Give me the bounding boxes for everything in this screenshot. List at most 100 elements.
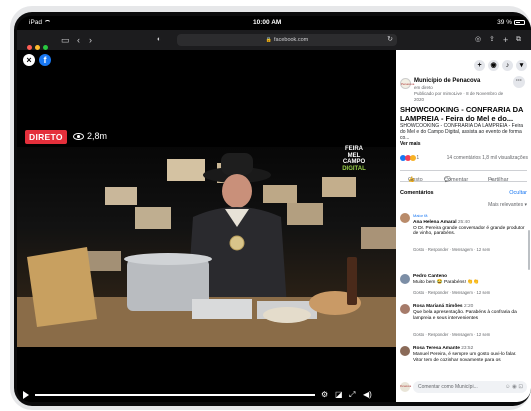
status-bar: iPad 10:00 AM 39 % xyxy=(17,16,531,30)
battery-status: 39 % xyxy=(497,19,525,26)
new-tab-icon[interactable]: + xyxy=(503,34,508,46)
sidebar-icon[interactable]: ▭ xyxy=(61,34,70,46)
url-text: facebook.com xyxy=(273,37,309,43)
video-frame-scene xyxy=(17,147,396,347)
close-icon[interactable]: × xyxy=(23,54,35,66)
top-fan-badge: Maior fã xyxy=(413,213,428,218)
foil-tray-1 xyxy=(192,299,252,319)
pip-icon[interactable]: ◪ xyxy=(335,390,343,400)
comments-title: Comentários xyxy=(400,190,434,196)
comment-actions[interactable]: Gosto · Responder · Mensagem · 12 sem xyxy=(413,247,490,252)
crate-7 xyxy=(135,207,171,229)
see-more-link[interactable]: Ver mais xyxy=(400,141,421,147)
crate-8 xyxy=(361,227,396,249)
page-live-status: em direto xyxy=(414,85,433,90)
progress-bar[interactable] xyxy=(35,394,315,396)
commenter-avatar[interactable] xyxy=(400,274,410,284)
facebook-logo-icon[interactable]: f xyxy=(39,54,51,66)
comment-actions[interactable]: Gosto · Responder · Mensagem · 12 sem xyxy=(413,332,490,337)
comment-author[interactable]: Rosa Marianá Simões xyxy=(413,304,463,309)
reload-icon[interactable]: ↻ xyxy=(387,34,393,46)
comment-text: Muito bem 😂 Parabéns! 👏👏 xyxy=(413,279,480,285)
device-name: iPad xyxy=(29,19,43,26)
download-icon[interactable]: ◎ xyxy=(475,34,481,46)
comments-scrollbar[interactable] xyxy=(528,230,530,270)
fullscreen-icon[interactable]: ⤢ xyxy=(349,390,355,400)
share-icon[interactable]: ⇪ xyxy=(489,34,495,46)
hay-bale xyxy=(27,247,97,327)
device-label: iPad xyxy=(29,19,52,26)
live-badge: DIRETO xyxy=(25,130,67,144)
clock: 10:00 AM xyxy=(253,19,282,26)
sort-label: Mais relevantes xyxy=(488,202,524,208)
back-icon[interactable]: ‹ xyxy=(77,34,80,46)
commenter-avatar[interactable] xyxy=(400,213,410,223)
privacy-icon[interactable]: ◐ xyxy=(157,34,161,46)
comment-author[interactable]: Pedro Canteno xyxy=(413,274,447,279)
battery-percent: 39 % xyxy=(497,19,512,26)
commenter-avatar[interactable] xyxy=(400,346,410,356)
settings-gear-icon[interactable]: ⚙ xyxy=(321,390,328,400)
comment-bubble: Rosa Marianá Simões 2:20 Que bela aprese… xyxy=(413,304,527,321)
crate-6 xyxy=(322,177,356,197)
reaction-count[interactable]: 1 xyxy=(416,155,419,161)
commenter-avatar[interactable] xyxy=(400,304,410,314)
current-page-avatar: Penacova xyxy=(400,382,411,392)
crate-2 xyxy=(167,159,205,181)
chef-face xyxy=(222,174,252,208)
crate-5 xyxy=(287,203,323,225)
emoji-camera-gif-icons[interactable]: ☺ ◉ ⊡ xyxy=(505,381,523,393)
play-icon[interactable] xyxy=(23,391,29,399)
comment-author[interactable]: Rosa Teresa Amante xyxy=(413,346,460,351)
tabs-icon[interactable]: ⧉ xyxy=(516,34,521,46)
create-plus-icon[interactable]: + xyxy=(474,60,485,71)
account-menu-icon[interactable]: ▾ xyxy=(516,60,527,71)
comments-count[interactable]: 14 comentários xyxy=(447,155,481,161)
lock-icon: 🔒 xyxy=(265,37,272,43)
views-count: 1,8 mil visualizações xyxy=(482,155,528,161)
share-label: Partilhar xyxy=(488,177,509,183)
battery-icon xyxy=(514,19,525,25)
chef-hat-crown xyxy=(221,153,253,175)
comment-timestamp[interactable]: 23:52 xyxy=(461,346,473,351)
viewer-count: 2,8m xyxy=(73,130,107,143)
comment-timestamp[interactable]: 25:40 xyxy=(458,220,470,225)
post-actions: 👍 Gosto 💬 Comentar ↪ Partilhar xyxy=(400,170,527,183)
eye-icon xyxy=(73,133,84,141)
page-avatar[interactable]: Penacova xyxy=(400,78,414,89)
video-controls: ⚙ ◪ ⤢ ◀) xyxy=(17,388,396,402)
hide-comments-link[interactable]: Ocultar xyxy=(509,190,527,196)
crate-4 xyxy=(263,185,297,203)
chef-medal xyxy=(229,235,245,251)
crate-9 xyxy=(87,251,121,271)
forward-icon[interactable]: › xyxy=(89,34,92,46)
comment-text: Que bela apresentação. Parabéns à confra… xyxy=(413,309,517,321)
cooking-pot-rim xyxy=(124,253,212,265)
comment-sort-dropdown[interactable]: Mais relevantes ▾ xyxy=(488,202,527,208)
live-video-player[interactable]: × f DIRETO 2,8m FEIRA MEL CAMPO DIGITAL … xyxy=(17,50,396,402)
volume-icon[interactable]: ◀) xyxy=(363,390,372,400)
feira-mel-campo-logo: FEIRA MEL CAMPO DIGITAL xyxy=(340,146,368,172)
comment-label: Comentar xyxy=(444,177,469,183)
progress-fill xyxy=(35,394,315,396)
messenger-icon[interactable]: ◉ xyxy=(488,60,499,71)
published-info: Publicado por mimoLive · 8 de Novembro d… xyxy=(414,91,504,102)
comment-author[interactable]: Ana Helena Amaral xyxy=(413,220,457,225)
more-options-icon[interactable]: ··· xyxy=(513,76,525,88)
published-by: Publicado por mimoLive xyxy=(414,91,463,96)
comment-input-placeholder: Comentar como Municípi... xyxy=(418,384,478,390)
ipad-screen: iPad 10:00 AM 39 % ▭ ‹ › ◐ 🔒 facebook.com… xyxy=(17,16,531,402)
browser-toolbar: ▭ ‹ › ◐ 🔒 facebook.com ↻ ◎ ⇪ + ⧉ xyxy=(17,30,531,50)
comment-bubble: Maior fã Ana Helena Amaral 25:40 O Dr. P… xyxy=(413,213,527,237)
serving-dish xyxy=(263,307,311,323)
comment-actions[interactable]: Gosto · Responder · Mensagem · 12 sem xyxy=(413,290,490,295)
comment-input[interactable]: Comentar como Municípi... ☺ ◉ ⊡ xyxy=(413,381,527,393)
comment-bubble: Pedro Canteno Muito bem 😂 Parabéns! 👏👏 xyxy=(413,274,527,286)
post-sidebar: + ◉ ♪ ▾ Penacova Município de Penacova em d… xyxy=(396,50,531,402)
chevron-down-icon: ▾ xyxy=(524,202,527,208)
comment-text: Manuel Pereira, é sempre um gosto ouvi-l… xyxy=(413,351,517,363)
comment-timestamp[interactable]: 2:20 xyxy=(464,304,473,309)
address-bar[interactable]: 🔒 facebook.com ↻ xyxy=(177,34,397,46)
page-name[interactable]: Município de Penacova xyxy=(414,78,480,84)
notifications-bell-icon[interactable]: ♪ xyxy=(502,60,513,71)
